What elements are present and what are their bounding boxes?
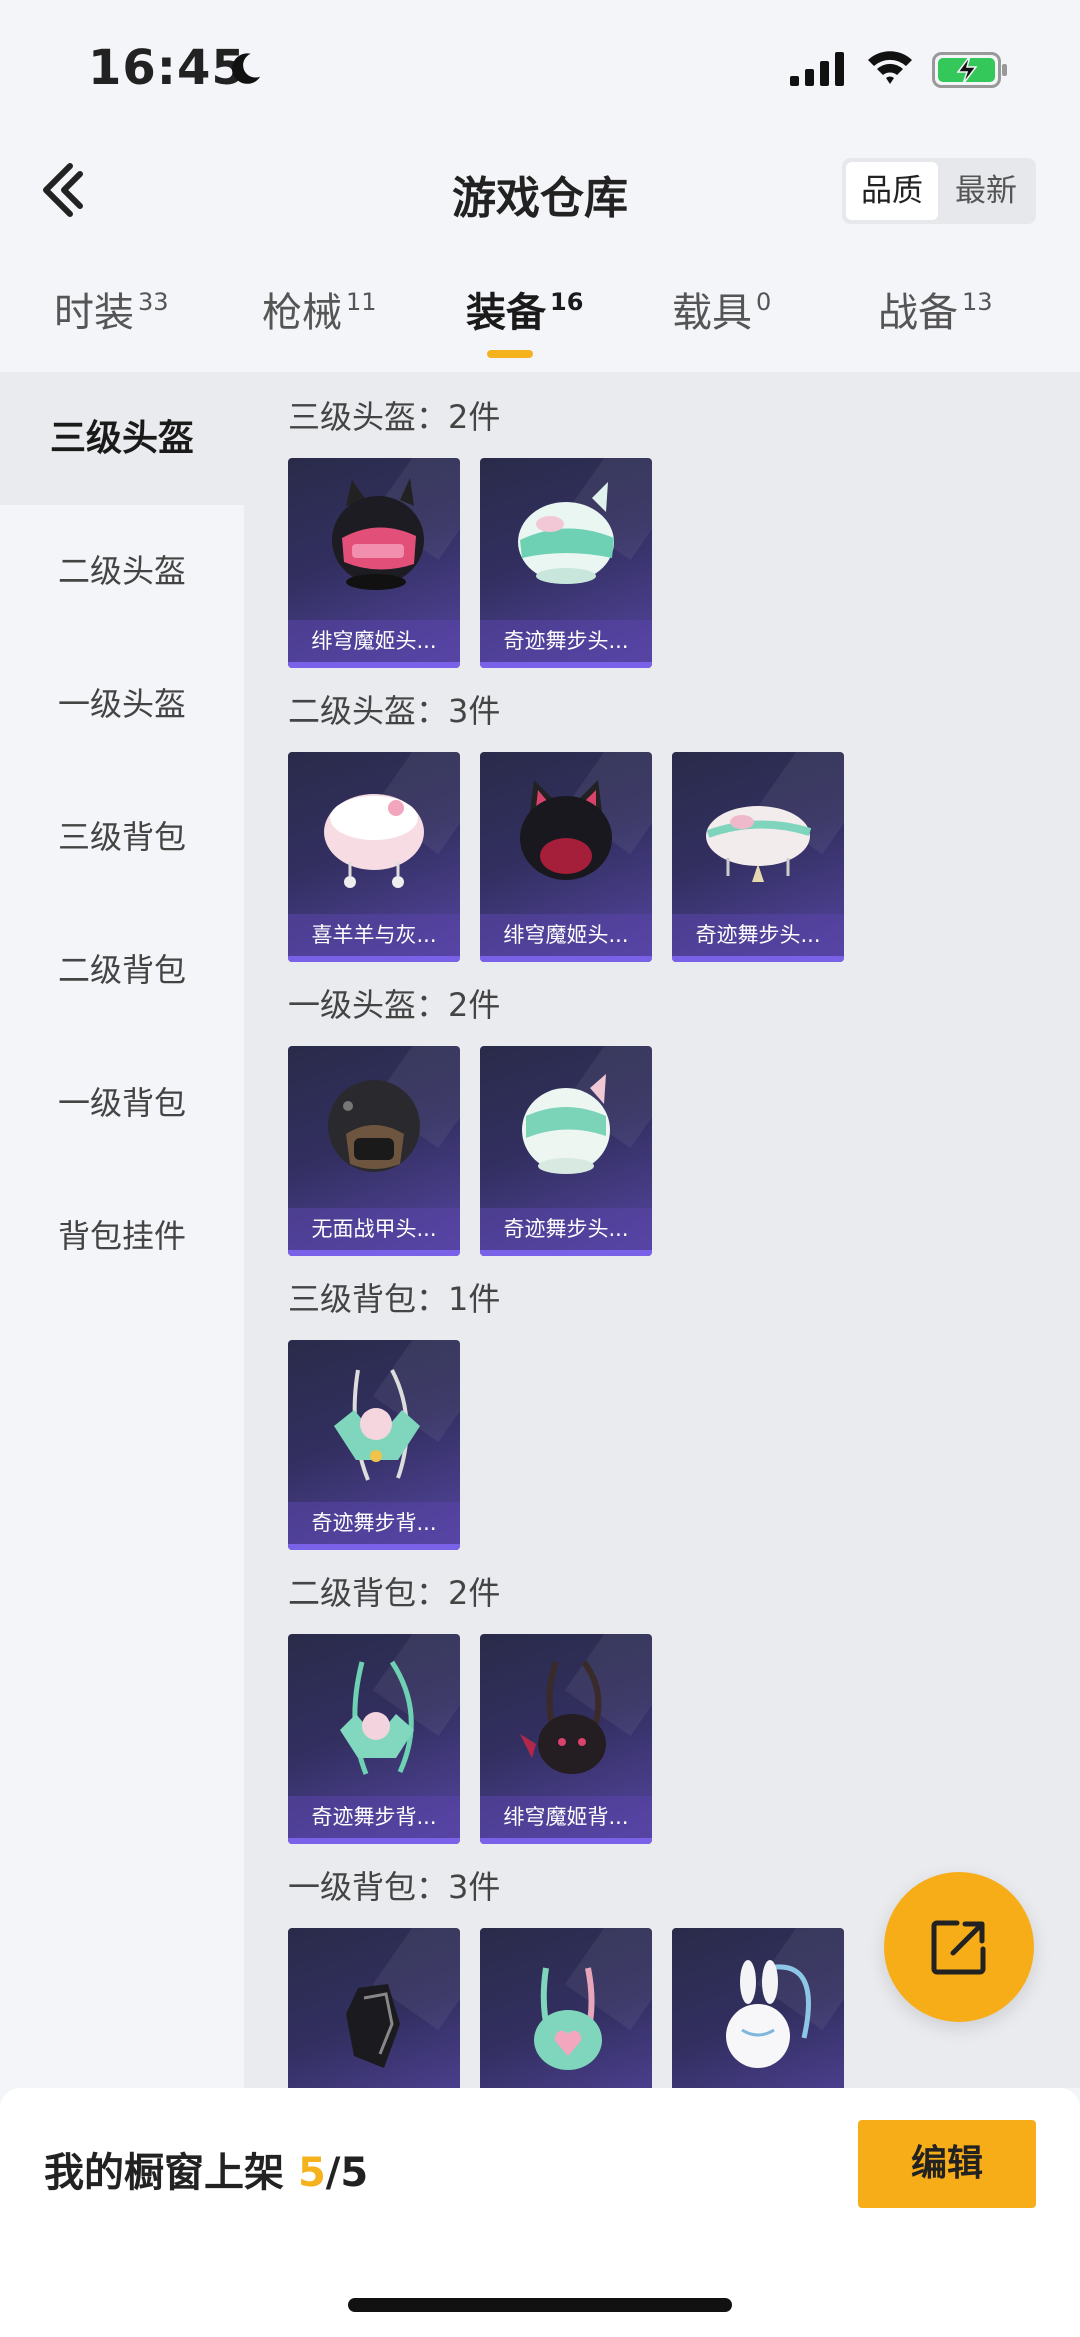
mint-cat-helmet-icon <box>518 482 614 584</box>
showcase-total-count: /5 <box>325 2150 369 2196</box>
black-cat-backpack-icon <box>520 1660 606 1774</box>
black-motor-helmet-icon <box>328 1080 420 1172</box>
tab-vehicles[interactable]: 载具 0 <box>672 280 771 338</box>
item-card[interactable]: 奇迹舞步背... <box>288 1340 460 1550</box>
home-indicator[interactable] <box>348 2298 732 2312</box>
sidebar-item-level2-backpack[interactable]: 二级背包 <box>0 904 244 1037</box>
pink-sheep-helmet-icon <box>324 794 424 888</box>
item-name: 奇迹舞步头... <box>480 620 652 662</box>
item-name: 绯穹魔姬头... <box>288 620 460 662</box>
white-bunny-backpack-icon <box>726 1960 811 2068</box>
share-export-icon <box>931 1920 986 1975</box>
status-time: 16:45 <box>88 40 246 96</box>
item-card[interactable]: 奇迹舞步头... <box>672 752 844 962</box>
tab-fashion[interactable]: 时装 33 <box>54 280 169 338</box>
sort-quality-option[interactable]: 品质 <box>846 162 938 220</box>
item-name: 喜羊羊与灰... <box>288 914 460 956</box>
mint-cat-helmet-icon <box>522 1074 610 1174</box>
mint-cat-helmet-icon <box>706 806 812 882</box>
section-title: 一级头盔：2件 <box>288 986 501 1024</box>
tab-label: 装备 <box>466 290 546 336</box>
black-cat-helmet-icon <box>520 780 612 880</box>
category-tabs: 时装 33 枪械 11 装备 16 载具 0 战备 13 <box>0 270 1080 370</box>
item-card[interactable]: 无面战甲头... <box>288 1046 460 1256</box>
sidebar-item-backpack-charm[interactable]: 背包挂件 <box>0 1170 244 1303</box>
tab-label: 时装 <box>54 290 134 336</box>
tab-count: 16 <box>550 288 584 316</box>
tab-supplies[interactable]: 战备 13 <box>878 280 993 338</box>
tab-count: 13 <box>962 288 993 316</box>
black-pack-icon <box>346 1984 400 2068</box>
tab-label: 枪械 <box>262 290 342 336</box>
item-card[interactable] <box>288 1928 460 2088</box>
active-tab-indicator <box>487 350 533 358</box>
header: 游戏仓库 品质 最新 <box>0 140 1080 240</box>
item-name: 绯穹魔姬背... <box>480 1796 652 1838</box>
sidebar-item-level3-helmet[interactable]: 三级头盔 <box>0 372 244 505</box>
showcase-current-count: 5 <box>297 2150 326 2196</box>
wifi-icon <box>868 51 912 84</box>
mint-heart-backpack-icon <box>534 1967 602 2070</box>
tab-label: 战备 <box>878 290 958 336</box>
item-card[interactable]: 绯穹魔姬头... <box>480 752 652 962</box>
showcase-status: 我的橱窗上架 5/5 <box>44 2140 368 2198</box>
item-card[interactable] <box>480 1928 652 2088</box>
item-card[interactable]: 奇迹舞步背... <box>288 1634 460 1844</box>
sidebar-item-level3-backpack[interactable]: 三级背包 <box>0 771 244 904</box>
item-card[interactable]: 绯穹魔姬背... <box>480 1634 652 1844</box>
section-title: 三级头盔：2件 <box>288 398 501 436</box>
sort-toggle: 品质 最新 <box>842 158 1036 224</box>
cellular-signal-icon <box>790 52 844 86</box>
moon-icon <box>232 53 261 84</box>
section-title: 三级背包：1件 <box>288 1280 501 1318</box>
item-card[interactable] <box>672 1928 844 2088</box>
section-title: 二级背包：2件 <box>288 1574 501 1612</box>
item-card[interactable]: 绯穹魔姬头... <box>288 458 460 668</box>
sort-newest-option[interactable]: 最新 <box>940 162 1032 220</box>
sidebar-item-level1-helmet[interactable]: 一级头盔 <box>0 638 244 771</box>
status-bar: 16:45 <box>0 0 1080 140</box>
item-card[interactable]: 奇迹舞步头... <box>480 458 652 668</box>
showcase-label: 我的橱窗上架 <box>44 2150 284 2196</box>
section-title: 二级头盔：3件 <box>288 692 501 730</box>
share-fab-button[interactable] <box>884 1872 1034 2022</box>
tab-count: 33 <box>138 288 169 316</box>
item-name: 无面战甲头... <box>288 1208 460 1250</box>
edit-button[interactable]: 编辑 <box>858 2120 1036 2208</box>
item-name: 奇迹舞步头... <box>480 1208 652 1250</box>
item-grid: 三级头盔：2件 绯穹魔姬头... 奇迹舞步头... 二级头盔：3件 喜羊羊与灰.… <box>244 372 1080 2088</box>
battery-charging-icon <box>932 52 1007 88</box>
item-card[interactable]: 喜羊羊与灰... <box>288 752 460 962</box>
mint-fairy-backpack-icon <box>340 1660 414 1775</box>
item-name: 奇迹舞步背... <box>288 1796 460 1838</box>
tab-count: 11 <box>346 288 377 316</box>
tab-guns[interactable]: 枪械 11 <box>262 280 377 338</box>
tab-count: 0 <box>756 288 772 316</box>
item-card[interactable]: 奇迹舞步头... <box>480 1046 652 1256</box>
sidebar: 三级头盔 二级头盔 一级头盔 三级背包 二级背包 一级背包 背包挂件 <box>0 372 244 2088</box>
mint-fairy-backpack-icon <box>334 1369 420 1481</box>
item-name: 奇迹舞步背... <box>288 1502 460 1544</box>
item-name: 绯穹魔姬头... <box>480 914 652 956</box>
item-name: 奇迹舞步头... <box>672 914 844 956</box>
tab-equipment[interactable]: 装备 16 <box>466 280 583 338</box>
black-pink-cat-helmet-icon <box>332 478 424 590</box>
sidebar-item-level1-backpack[interactable]: 一级背包 <box>0 1037 244 1170</box>
tab-label: 载具 <box>672 290 752 336</box>
sidebar-item-level2-helmet[interactable]: 二级头盔 <box>0 505 244 638</box>
section-title: 一级背包：3件 <box>288 1868 501 1906</box>
